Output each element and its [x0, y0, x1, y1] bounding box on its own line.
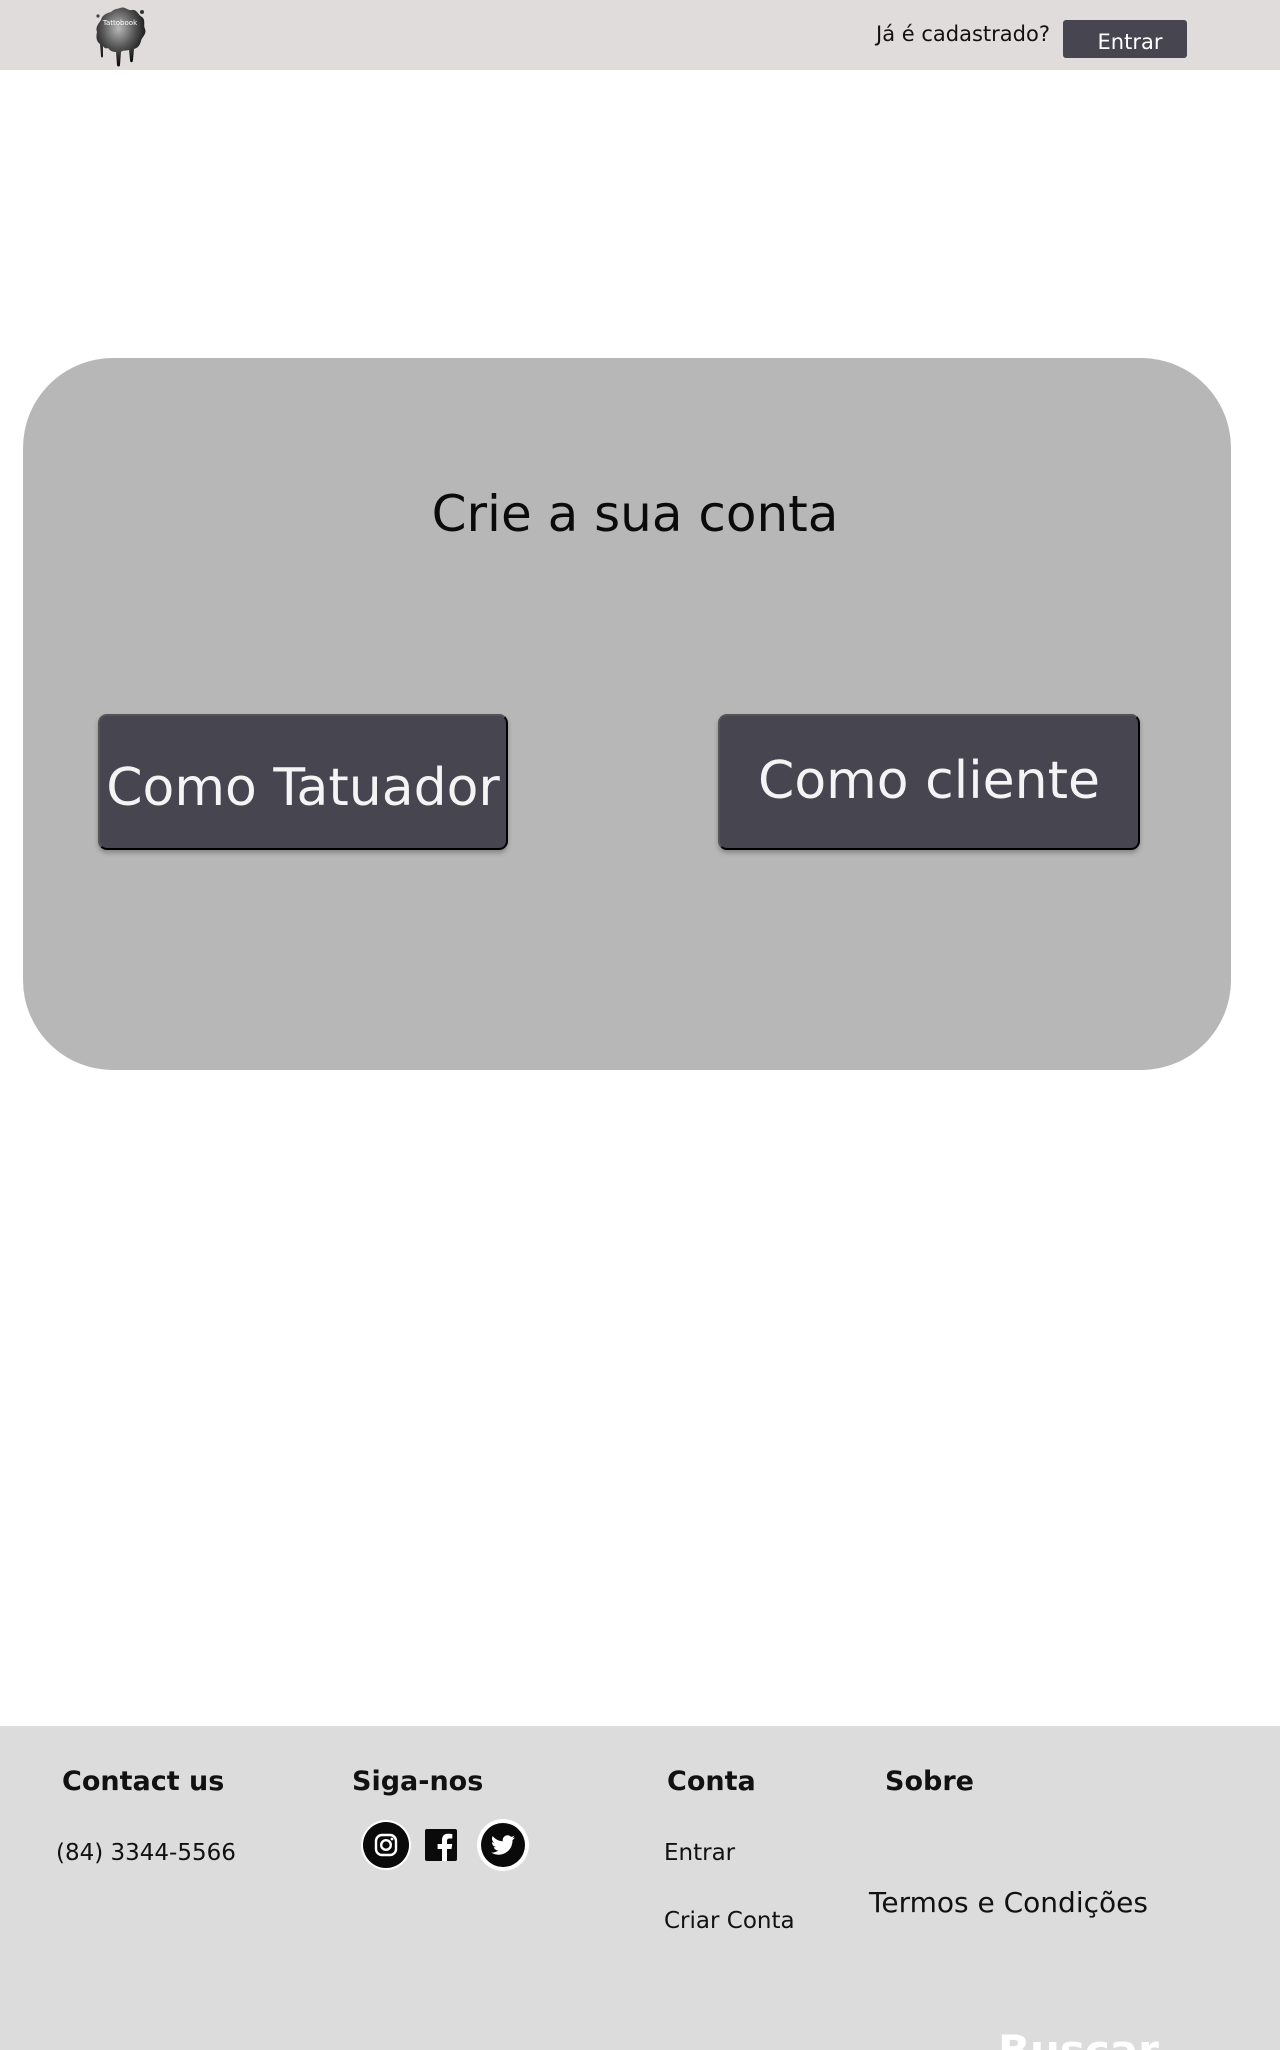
create-account-card: Crie a sua conta Como Tatuador Como clie… [23, 358, 1231, 1070]
site-logo[interactable]: Tattobook [92, 4, 148, 68]
footer-contact-heading: Contact us [62, 1766, 225, 1797]
footer-signup-link[interactable]: Criar Conta [664, 1908, 795, 1934]
signup-as-tattoo-artist-button[interactable]: Como Tatuador [98, 714, 508, 850]
already-registered-text: Já é cadastrado? [876, 22, 1050, 46]
social-links [360, 1818, 530, 1872]
create-account-title: Crie a sua conta [431, 485, 839, 543]
facebook-icon[interactable] [422, 1826, 460, 1864]
footer-account-heading: Conta [667, 1766, 756, 1797]
page: Tattobook Já é cadastrado? Entrar Crie a… [0, 0, 1280, 2050]
logo-text: Tattobook [102, 19, 138, 27]
footer-search-label[interactable]: Buscar [998, 2026, 1159, 2050]
twitter-icon[interactable] [476, 1818, 530, 1872]
top-header: Tattobook Já é cadastrado? Entrar [0, 0, 1280, 70]
footer-phone-number: (84) 3344-5566 [56, 1840, 236, 1866]
footer-terms-link[interactable]: Termos e Condições [869, 1886, 1148, 1919]
instagram-icon[interactable] [360, 1819, 412, 1871]
footer-about-heading: Sobre [885, 1766, 974, 1797]
footer-login-link[interactable]: Entrar [664, 1840, 735, 1866]
header-login-button[interactable]: Entrar [1063, 20, 1187, 58]
ink-splash-logo-icon [96, 7, 146, 67]
footer-follow-heading: Siga-nos [352, 1766, 484, 1797]
signup-as-client-button[interactable]: Como cliente [718, 714, 1140, 850]
site-footer: Contact us Siga-nos Conta Sobre (84) 334… [0, 1726, 1280, 2050]
